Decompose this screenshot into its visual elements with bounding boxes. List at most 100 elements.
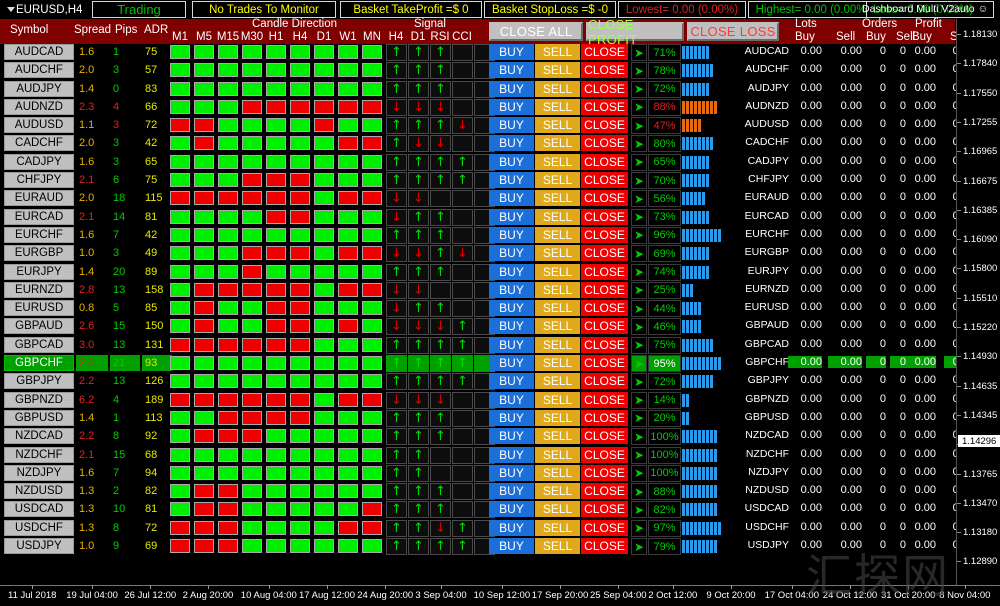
symbol-timeframe-selector[interactable]: EURUSD,H4 bbox=[2, 1, 88, 18]
row-symbol[interactable]: AUDUSD bbox=[4, 117, 74, 133]
buy-button[interactable]: BUY bbox=[489, 264, 534, 280]
buy-button[interactable]: BUY bbox=[489, 465, 534, 481]
table-row[interactable]: EURGBP1.0349↓↓↑↓BUYSELLCLOSE➤69%EURGBP0.… bbox=[0, 245, 955, 263]
sell-button[interactable]: SELL bbox=[535, 62, 580, 78]
row-symbol[interactable]: EURCHF bbox=[4, 227, 74, 243]
close-button[interactable]: CLOSE bbox=[581, 245, 628, 261]
close-button[interactable]: CLOSE bbox=[581, 483, 628, 499]
table-row[interactable]: AUDCHF2.0357↑↑↑BUYSELLCLOSE➤78%AUDCHF0.0… bbox=[0, 62, 955, 80]
close-button[interactable]: CLOSE bbox=[581, 282, 628, 298]
close-button[interactable]: CLOSE bbox=[581, 209, 628, 225]
sell-button[interactable]: SELL bbox=[535, 520, 580, 536]
buy-button[interactable]: BUY bbox=[489, 62, 534, 78]
sell-button[interactable]: SELL bbox=[535, 410, 580, 426]
row-symbol[interactable]: EURNZD bbox=[4, 282, 74, 298]
row-symbol[interactable]: USDCAD bbox=[4, 501, 74, 517]
buy-button[interactable]: BUY bbox=[489, 483, 534, 499]
table-row[interactable]: EURNZD2.813158↓↓BUYSELLCLOSE➤25%EURNZD0.… bbox=[0, 282, 955, 300]
table-row[interactable]: GBPAUD2.615150↓↓↓↑BUYSELLCLOSE➤46%GBPAUD… bbox=[0, 318, 955, 336]
buy-button[interactable]: BUY bbox=[489, 190, 534, 206]
sell-button[interactable]: SELL bbox=[535, 245, 580, 261]
sell-button[interactable]: SELL bbox=[535, 99, 580, 115]
sell-button[interactable]: SELL bbox=[535, 483, 580, 499]
close-loss-button[interactable]: CLOSE LOSS bbox=[687, 22, 779, 41]
buy-button[interactable]: BUY bbox=[489, 392, 534, 408]
buy-button[interactable]: BUY bbox=[489, 154, 534, 170]
close-button[interactable]: CLOSE bbox=[581, 501, 628, 517]
sell-button[interactable]: SELL bbox=[535, 373, 580, 389]
row-symbol[interactable]: NZDCHF bbox=[4, 447, 74, 463]
table-row[interactable]: USDCHF1.3872↑↑↓↑BUYSELLCLOSE➤97%USDCHF0.… bbox=[0, 520, 955, 538]
sell-button[interactable]: SELL bbox=[535, 300, 580, 316]
buy-button[interactable]: BUY bbox=[489, 81, 534, 97]
table-row[interactable]: NZDJPY1.6794↑↑BUYSELLCLOSE➤100%NZDJPY0.0… bbox=[0, 465, 955, 483]
buy-button[interactable]: BUY bbox=[489, 172, 534, 188]
sell-button[interactable]: SELL bbox=[535, 154, 580, 170]
row-symbol[interactable]: NZDJPY bbox=[4, 465, 74, 481]
buy-button[interactable]: BUY bbox=[489, 337, 534, 353]
sell-button[interactable]: SELL bbox=[535, 465, 580, 481]
buy-button[interactable]: BUY bbox=[489, 117, 534, 133]
buy-button[interactable]: BUY bbox=[489, 209, 534, 225]
table-row[interactable]: GBPJPY2.213126↑↑↑↑BUYSELLCLOSE➤72%GBPJPY… bbox=[0, 373, 955, 391]
close-button[interactable]: CLOSE bbox=[581, 190, 628, 206]
row-symbol[interactable]: CHFJPY bbox=[4, 172, 74, 188]
close-button[interactable]: CLOSE bbox=[581, 520, 628, 536]
close-button[interactable]: CLOSE bbox=[581, 227, 628, 243]
sell-button[interactable]: SELL bbox=[535, 538, 580, 554]
row-symbol[interactable]: USDCHF bbox=[4, 520, 74, 536]
row-symbol[interactable]: EURUSD bbox=[4, 300, 74, 316]
table-row[interactable]: GBPCHF2.62193↑↑↑↑BUYSELLCLOSE➤95%GBPCHF0… bbox=[0, 355, 955, 373]
sell-button[interactable]: SELL bbox=[535, 135, 580, 151]
row-symbol[interactable]: GBPNZD bbox=[4, 392, 74, 408]
row-symbol[interactable]: NZDCAD bbox=[4, 428, 74, 444]
close-button[interactable]: CLOSE bbox=[581, 318, 628, 334]
row-symbol[interactable]: GBPUSD bbox=[4, 410, 74, 426]
table-row[interactable]: EURJPY1.42089↑↑↑BUYSELLCLOSE➤74%EURJPY0.… bbox=[0, 264, 955, 282]
table-row[interactable]: EURAUD2.018115↓↓BUYSELLCLOSE➤56%EURAUD0.… bbox=[0, 190, 955, 208]
buy-button[interactable]: BUY bbox=[489, 355, 534, 371]
close-button[interactable]: CLOSE bbox=[581, 264, 628, 280]
table-row[interactable]: AUDUSD1.1372↑↑↑↓BUYSELLCLOSE➤47%AUDUSD0.… bbox=[0, 117, 955, 135]
close-button[interactable]: CLOSE bbox=[581, 465, 628, 481]
row-symbol[interactable]: EURCAD bbox=[4, 209, 74, 225]
close-button[interactable]: CLOSE bbox=[581, 428, 628, 444]
row-symbol[interactable]: EURAUD bbox=[4, 190, 74, 206]
sell-button[interactable]: SELL bbox=[535, 172, 580, 188]
close-button[interactable]: CLOSE bbox=[581, 392, 628, 408]
table-row[interactable]: NZDUSD1.3282↑↑↑BUYSELLCLOSE➤88%NZDUSD0.0… bbox=[0, 483, 955, 501]
close-button[interactable]: CLOSE bbox=[581, 373, 628, 389]
buy-button[interactable]: BUY bbox=[489, 520, 534, 536]
sell-button[interactable]: SELL bbox=[535, 264, 580, 280]
table-row[interactable]: EURCHF1.6742↑↑↑BUYSELLCLOSE➤96%EURCHF0.0… bbox=[0, 227, 955, 245]
row-symbol[interactable]: NZDUSD bbox=[4, 483, 74, 499]
buy-button[interactable]: BUY bbox=[489, 318, 534, 334]
close-button[interactable]: CLOSE bbox=[581, 117, 628, 133]
sell-button[interactable]: SELL bbox=[535, 392, 580, 408]
buy-button[interactable]: BUY bbox=[489, 300, 534, 316]
row-symbol[interactable]: AUDCHF bbox=[4, 62, 74, 78]
buy-button[interactable]: BUY bbox=[489, 501, 534, 517]
sell-button[interactable]: SELL bbox=[535, 282, 580, 298]
buy-button[interactable]: BUY bbox=[489, 99, 534, 115]
table-row[interactable]: USDCAD1.31081↑↑↑BUYSELLCLOSE➤82%USDCAD0.… bbox=[0, 501, 955, 519]
row-symbol[interactable]: GBPCAD bbox=[4, 337, 74, 353]
table-row[interactable]: CADCHF2.0342↑↓↓BUYSELLCLOSE➤80%CADCHF0.0… bbox=[0, 135, 955, 153]
buy-button[interactable]: BUY bbox=[489, 282, 534, 298]
close-button[interactable]: CLOSE bbox=[581, 355, 628, 371]
sell-button[interactable]: SELL bbox=[535, 428, 580, 444]
buy-button[interactable]: BUY bbox=[489, 135, 534, 151]
row-symbol[interactable]: AUDNZD bbox=[4, 99, 74, 115]
sell-button[interactable]: SELL bbox=[535, 117, 580, 133]
table-row[interactable]: AUDJPY1.4083↑↑↑BUYSELLCLOSE➤72%AUDJPY0.0… bbox=[0, 81, 955, 99]
buy-button[interactable]: BUY bbox=[489, 245, 534, 261]
close-button[interactable]: CLOSE bbox=[581, 44, 628, 60]
close-button[interactable]: CLOSE bbox=[581, 538, 628, 554]
table-row[interactable]: AUDCAD1.6175↑↑↑BUYSELLCLOSE➤71%AUDCAD0.0… bbox=[0, 44, 955, 62]
close-button[interactable]: CLOSE bbox=[581, 410, 628, 426]
row-symbol[interactable]: GBPAUD bbox=[4, 318, 74, 334]
table-row[interactable]: EURUSD0.8585↓↑↑BUYSELLCLOSE➤44%EURUSD0.0… bbox=[0, 300, 955, 318]
close-button[interactable]: CLOSE bbox=[581, 300, 628, 316]
sell-button[interactable]: SELL bbox=[535, 337, 580, 353]
row-symbol[interactable]: GBPJPY bbox=[4, 373, 74, 389]
